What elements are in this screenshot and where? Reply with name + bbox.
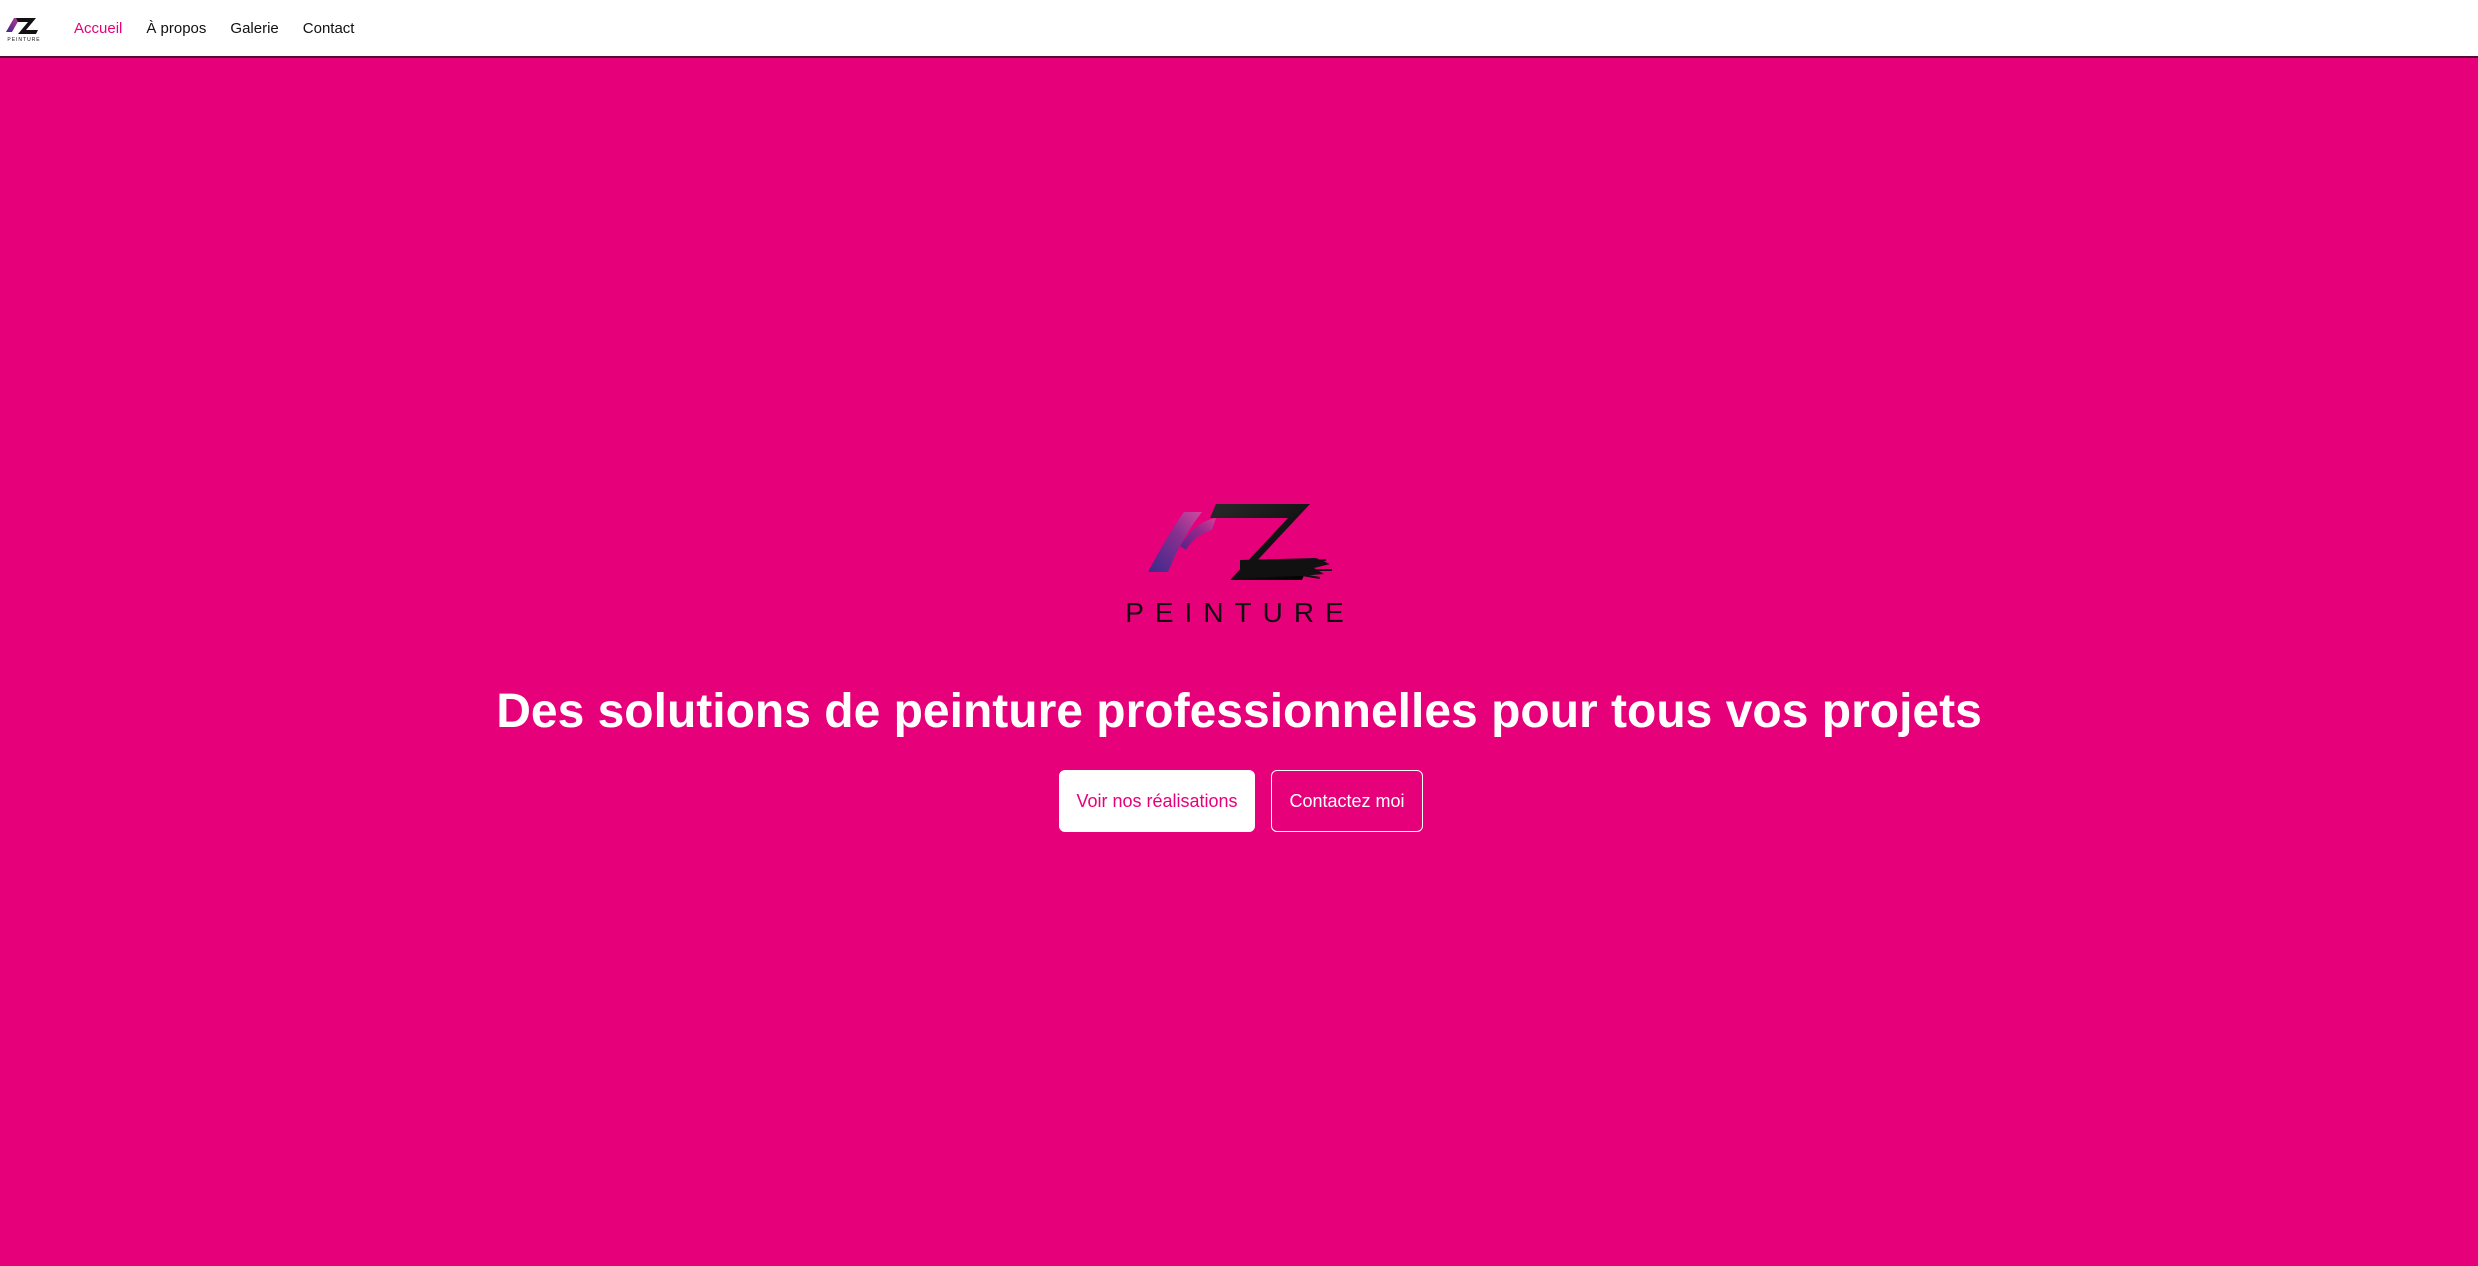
top-navbar: PEINTURE Accueil À propos Galerie Contac… — [0, 0, 2478, 58]
nav-link-galerie[interactable]: Galerie — [230, 20, 278, 37]
nav-link-accueil[interactable]: Accueil — [74, 20, 122, 37]
svg-text:PEINTURE: PEINTURE — [7, 37, 40, 42]
hero-section — [0, 58, 2478, 1266]
main-nav: Accueil À propos Galerie Contact — [74, 0, 378, 56]
nav-link-a-propos[interactable]: À propos — [146, 20, 206, 37]
contact-me-button[interactable]: Contactez moi — [1271, 770, 1423, 832]
svg-text:PEINTURE: PEINTURE — [1125, 597, 1355, 628]
brand-logo[interactable]: PEINTURE — [2, 10, 46, 42]
hero-title: Des solutions de peinture professionnell… — [496, 685, 1982, 738]
view-work-button[interactable]: Voir nos réalisations — [1059, 770, 1255, 832]
nav-link-contact[interactable]: Contact — [303, 20, 355, 37]
hero-brand-logo: PEINTURE — [1125, 504, 1355, 628]
